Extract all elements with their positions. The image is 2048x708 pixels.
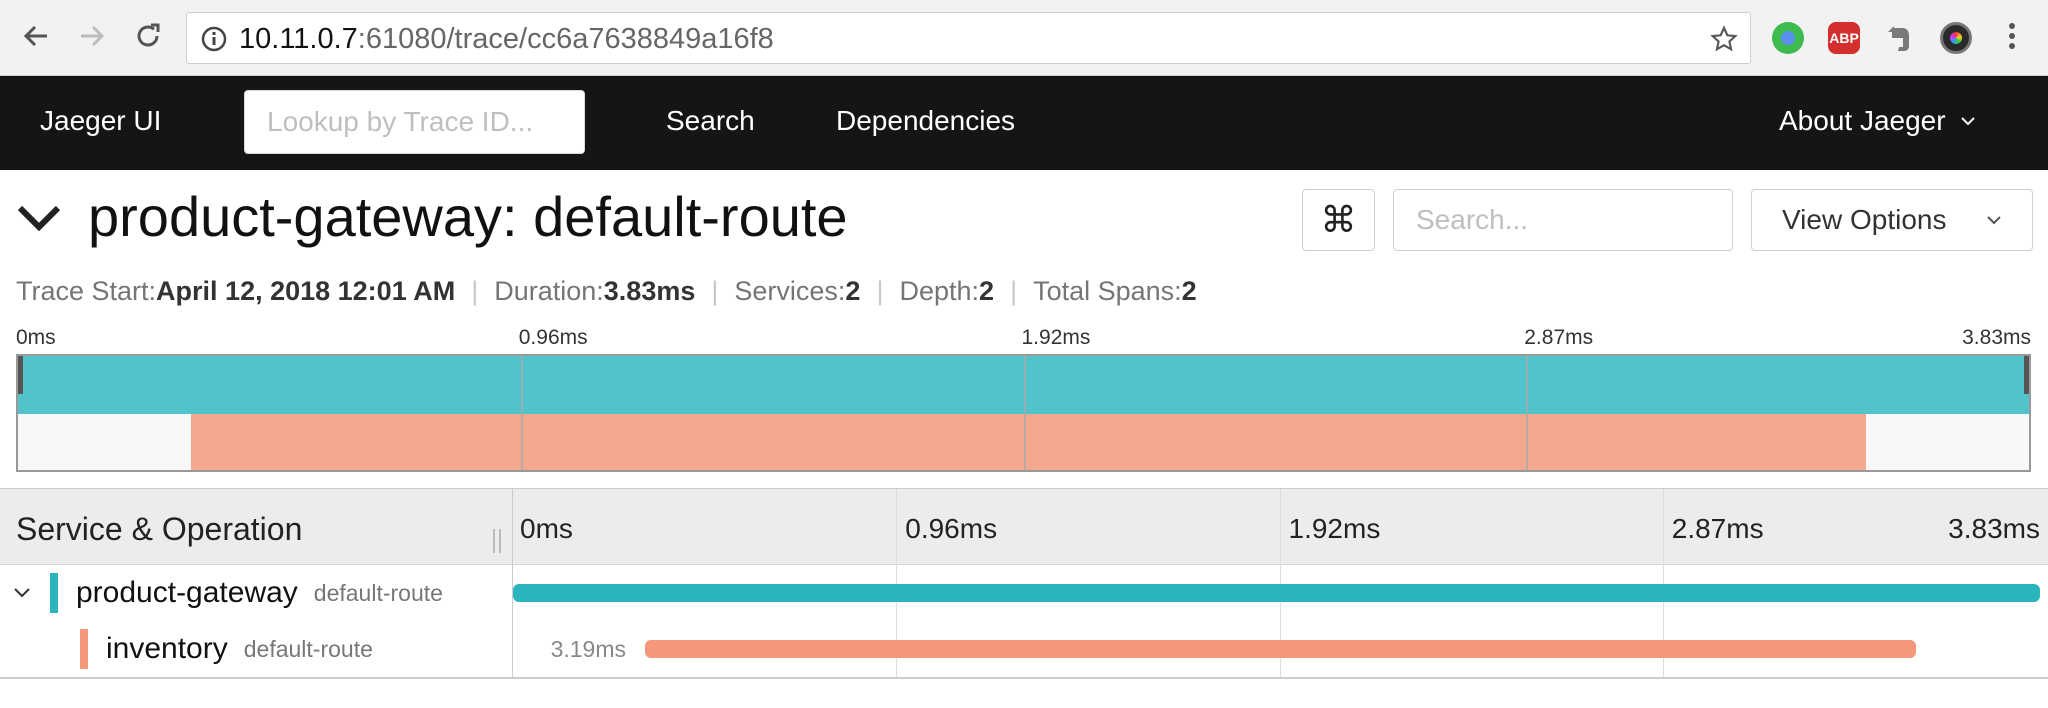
browser-toolbar: 10.11.0.7:61080/trace/cc6a7638849a16f8 A… (0, 0, 2048, 76)
minimap-gridline (1023, 356, 1026, 470)
meta-label: Total Spans: (1033, 276, 1182, 306)
trace-id-lookup-input[interactable] (244, 90, 585, 154)
keyboard-shortcuts-button[interactable]: ⌘ (1302, 189, 1375, 251)
info-icon[interactable] (201, 26, 227, 52)
minimap-tick-label: 0.96ms (518, 326, 588, 349)
meta-value: 2 (1181, 276, 1197, 306)
back-button[interactable] (16, 16, 56, 56)
span-row-label[interactable]: inventory default-route (80, 621, 373, 677)
about-jaeger-menu[interactable]: About Jaeger (1779, 105, 1976, 137)
service-name: product-gateway (76, 576, 298, 609)
span-duration-bar[interactable] (513, 584, 2040, 602)
span-row[interactable]: inventory default-route 3.19ms (0, 621, 2048, 677)
adblock-plus-icon[interactable]: ABP (1828, 22, 1860, 54)
back-arrow-icon (23, 25, 47, 47)
trace-title: product-gateway: default-route (88, 185, 848, 248)
bookmark-star-icon[interactable] (1710, 25, 1738, 53)
meta-label: Trace Start: (16, 276, 157, 306)
meta-value: 3.83ms (603, 276, 696, 306)
operation-name: default-route (243, 635, 373, 662)
url-text: 10.11.0.7:61080/trace/cc6a7638849a16f8 (239, 23, 774, 55)
minimap-left-handle[interactable] (18, 356, 23, 394)
collapse-trace-chevron-icon[interactable] (14, 200, 64, 236)
timeline-bottom-border (0, 677, 2048, 679)
meta-separator: | (1010, 276, 1018, 306)
minimap-right-handle[interactable] (2024, 356, 2029, 394)
meta-value: 2 (979, 276, 995, 306)
chevron-down-icon (1960, 117, 1975, 126)
timeline-tick-label: 3.83ms (1948, 513, 2040, 544)
timeline-tick-label: 2.87ms (1671, 513, 1764, 544)
trace-search-input[interactable] (1393, 189, 1733, 251)
timeline-tick-label: 1.92ms (1288, 513, 1381, 544)
operation-name: default-route (313, 579, 443, 606)
address-bar[interactable]: 10.11.0.7:61080/trace/cc6a7638849a16f8 (186, 12, 1751, 64)
meta-separator: | (471, 276, 479, 306)
meta-value: 2 (845, 276, 861, 306)
chevron-down-icon (1987, 216, 2002, 225)
command-key-icon: ⌘ (1320, 199, 1357, 240)
trace-meta: Trace Start: April 12, 2018 12:01 AM | Dur… (16, 276, 1197, 307)
reload-icon (137, 23, 160, 47)
trace-header: product-gateway: default-route ⌘ View Op… (0, 170, 2048, 320)
browser-menu-button[interactable] (1992, 16, 2032, 56)
span-row[interactable]: product-gateway default-route (0, 565, 2048, 621)
meta-label: Duration: (494, 276, 604, 306)
span-row-label[interactable]: product-gateway default-route (12, 565, 443, 621)
minimap-tick-label: 3.83ms (1962, 326, 2031, 349)
meta-value: April 12, 2018 12:01 AM (156, 276, 456, 306)
nav-dependencies-link[interactable]: Dependencies (836, 105, 1015, 137)
kebab-menu-icon (2009, 23, 2015, 49)
chrome-ext-green-icon[interactable] (1772, 22, 1804, 54)
column-resize-handle[interactable] (493, 529, 501, 553)
service-color-stripe (50, 573, 58, 613)
minimap-gridline (520, 356, 523, 470)
view-options-dropdown[interactable]: View Options (1751, 189, 2033, 251)
span-collapse-chevron-icon[interactable] (12, 586, 32, 600)
minimap-tick-label: 0ms (16, 326, 56, 349)
minimap-gridline (1526, 356, 1529, 470)
service-color-stripe (80, 629, 88, 669)
nav-search-link[interactable]: Search (666, 105, 755, 137)
service-operation-header: Service & Operation (16, 511, 303, 547)
service-name: inventory (106, 632, 228, 665)
reload-button[interactable] (128, 16, 168, 56)
color-picker-icon[interactable] (1940, 22, 1972, 54)
meta-label: Depth: (899, 276, 980, 306)
span-duration-bar[interactable] (644, 640, 1917, 658)
trace-timeline: Service & Operation 0ms 0.96ms 1.92ms 2.87m… (0, 488, 2048, 679)
evernote-icon[interactable] (1884, 22, 1916, 54)
minimap-tick-label: 1.92ms (1021, 326, 1091, 349)
minimap-span-bar (191, 414, 1867, 470)
forward-button[interactable] (72, 16, 112, 56)
forward-arrow-icon (81, 25, 105, 47)
minimap-tick-label: 2.87ms (1524, 326, 1594, 349)
minimap-canvas[interactable] (16, 354, 2031, 472)
meta-label: Services: (734, 276, 846, 306)
trace-minimap[interactable]: 0ms 0.96ms 1.92ms 2.87ms 3.83ms (0, 320, 2048, 480)
brand-link[interactable]: Jaeger UI (40, 105, 161, 137)
span-duration-label: 3.19ms (550, 636, 626, 662)
meta-separator: | (876, 276, 884, 306)
meta-separator: | (711, 276, 719, 306)
timeline-tick-label: 0.96ms (905, 513, 998, 544)
jaeger-top-nav: Jaeger UI Search Dependencies About Jaeg… (0, 76, 2048, 170)
timeline-tick-label: 0ms (520, 513, 573, 544)
